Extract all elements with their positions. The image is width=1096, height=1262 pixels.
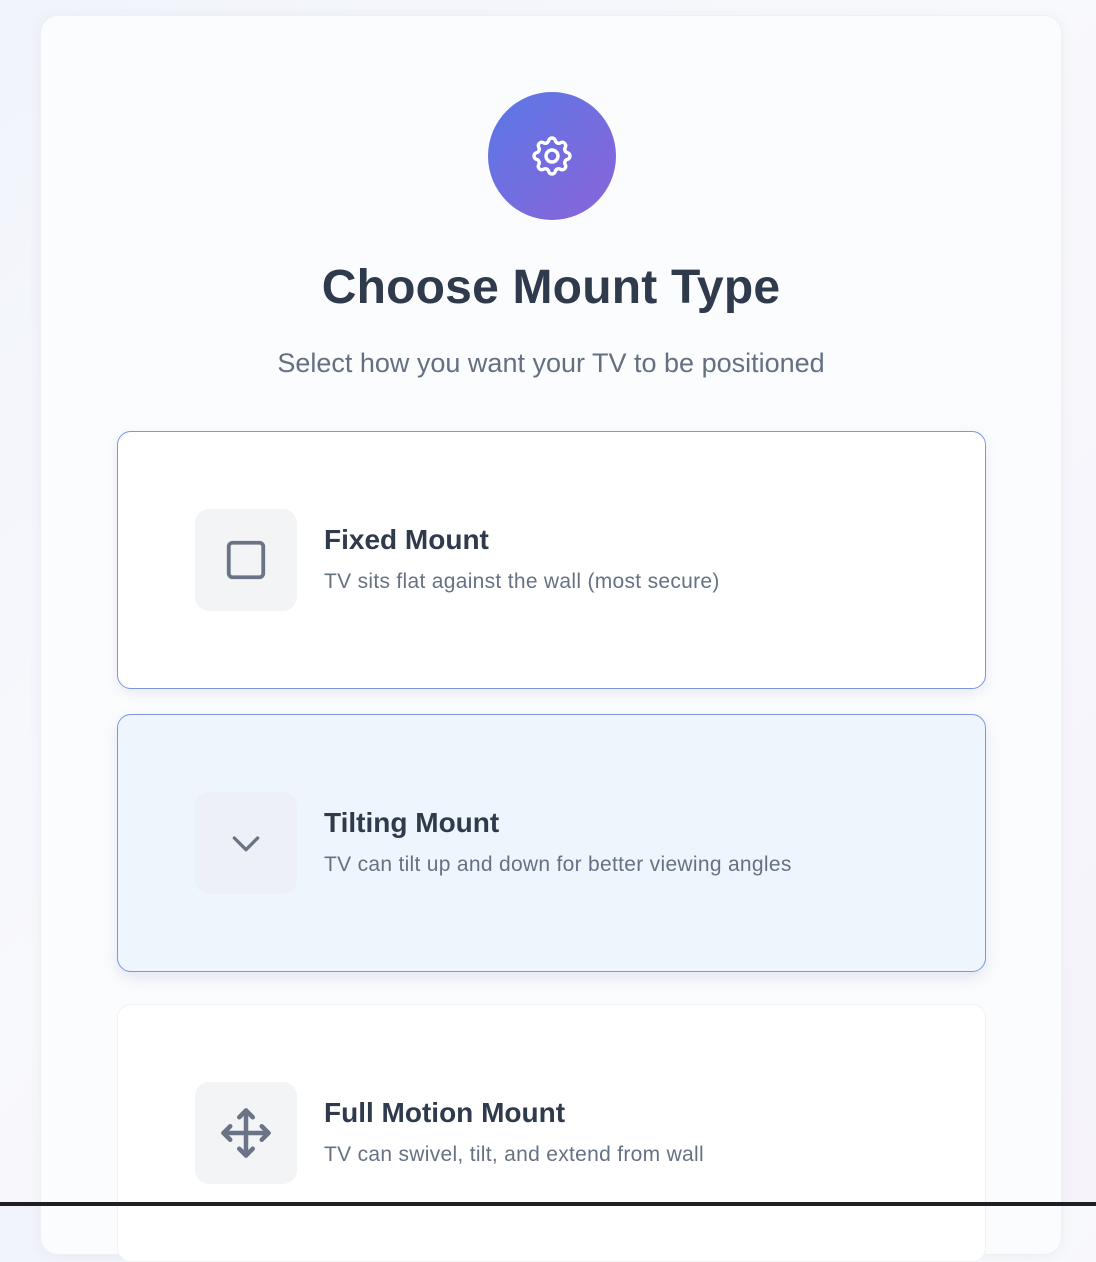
gear-icon [528, 132, 576, 180]
option-full-motion-mount[interactable]: Full Motion Mount TV can swivel, tilt, a… [117, 1004, 986, 1262]
option-text: Tilting Mount TV can tilt up and down fo… [324, 807, 792, 877]
option-title: Full Motion Mount [324, 1097, 704, 1129]
option-description: TV can swivel, tilt, and extend from wal… [324, 1143, 704, 1167]
mount-type-panel: Choose Mount Type Select how you want yo… [40, 15, 1062, 1255]
chevron-down-icon [226, 823, 266, 863]
move-arrows-icon [219, 1106, 273, 1160]
option-fixed-mount[interactable]: Fixed Mount TV sits flat against the wal… [117, 431, 986, 689]
option-description: TV can tilt up and down for better viewi… [324, 853, 792, 877]
option-icon-box [195, 792, 297, 894]
option-title: Fixed Mount [324, 524, 720, 556]
page-subtitle: Select how you want your TV to be positi… [41, 348, 1061, 379]
option-text: Full Motion Mount TV can swivel, tilt, a… [324, 1097, 704, 1167]
window-bottom-edge [0, 1202, 1096, 1206]
option-description: TV sits flat against the wall (most secu… [324, 570, 720, 594]
option-icon-box [195, 509, 297, 611]
option-tilting-mount[interactable]: Tilting Mount TV can tilt up and down fo… [117, 714, 986, 972]
page-title: Choose Mount Type [41, 260, 1061, 315]
header-badge [488, 92, 616, 220]
option-title: Tilting Mount [324, 807, 792, 839]
option-text: Fixed Mount TV sits flat against the wal… [324, 524, 720, 594]
option-icon-box [195, 1082, 297, 1184]
square-icon [223, 537, 269, 583]
